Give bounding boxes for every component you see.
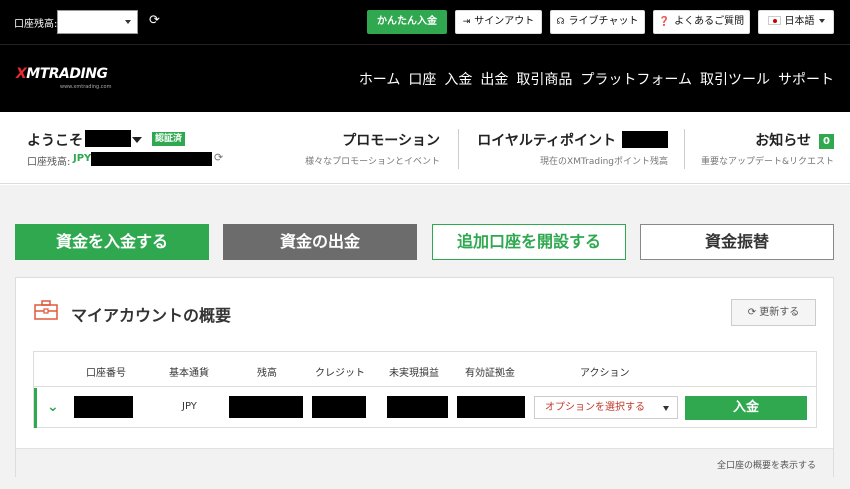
user-menu-caret-icon[interactable] [132,137,142,143]
expand-chevron-icon[interactable]: ⌄ [47,399,59,415]
balance-label: 口座残高: [14,19,58,30]
user-name-redacted [85,130,131,147]
news-count-badge: 0 [819,134,834,149]
refresh-button[interactable]: ⟳ 更新する [731,299,816,326]
news-subtitle: 重要なアップデート&リクエスト [700,157,834,167]
withdraw-funds-button[interactable]: 資金の出金 [223,224,417,260]
divider [684,129,685,169]
signout-button[interactable]: ⇥ サインアウト [455,10,542,34]
open-account-button[interactable]: 追加口座を開設する [432,224,626,260]
credit-redacted [312,396,366,418]
col-base-currency: 基本通貨 [169,368,209,379]
welcome-greeting: ようこそ [27,133,83,149]
nav-support[interactable]: サポート [770,69,834,89]
refresh-icon[interactable]: ⟳ [149,13,160,29]
col-equity: 有効証拠金 [465,368,515,379]
news-title: お知らせ [755,133,812,149]
promotion-section[interactable]: プロモーション 様々なプロモーションとイベント [305,130,440,167]
welcome-balance-redacted [91,152,212,166]
briefcase-icon [34,300,58,320]
top-bar: 口座残高: ⟳ かんたん入金 ⇥ サインアウト ☊ ライブチャット ❓ よくあるご質問… [0,0,850,44]
nav-deposit[interactable]: 入金 [436,69,472,89]
balance-refresh-icon[interactable]: ⟳ [214,151,223,164]
row-deposit-button[interactable]: 入金 [685,396,807,420]
main-nav: ホーム 口座 入金 出金 取引商品 プラットフォーム 取引ツール サポート [351,69,834,89]
welcome-balance-currency: JPY [73,153,92,164]
table-row: ⌄ JPY オプションを選択する 入金 [34,388,816,428]
col-action: アクション [580,368,630,379]
transfer-funds-button[interactable]: 資金振替 [640,224,834,260]
headset-icon: ☊ [556,17,565,27]
chevron-down-icon [818,19,825,23]
col-unrealized-pl: 未実現損益 [389,368,439,379]
nav-home[interactable]: ホーム [351,69,401,89]
account-overview-card: マイアカウントの概要 ⟳ 更新する 口座番号 基本通貨 残高 クレジット 未実現… [15,277,834,477]
col-account-number: 口座番号 [86,368,126,379]
col-balance: 残高 [257,368,277,379]
quick-deposit-button[interactable]: かんたん入金 [367,10,447,34]
loyalty-subtitle: 現在のXMTradingポイント残高 [540,157,668,167]
equity-redacted [457,396,525,418]
promotion-subtitle: 様々なプロモーションとイベント [305,157,440,167]
question-icon: ❓ [658,17,671,27]
overview-title: マイアカウントの概要 [71,306,232,325]
divider [458,129,459,169]
nav-account[interactable]: 口座 [400,69,436,89]
main-header: XMTRADING www.xmtrading.com ホーム 口座 入金 出金… [0,44,850,112]
logo-subtext: www.xmtrading.com [60,84,112,90]
welcome-strip: ようこそ 認証済 口座残高: JPY ⟳ プロモーション 様々なプロモーションと… [0,112,850,184]
balance-redacted [229,396,303,418]
col-credit: クレジット [315,368,365,379]
promotion-title: プロモーション [342,133,440,149]
welcome-balance-label: 口座残高: [27,157,71,168]
news-section[interactable]: お知らせ 0 重要なアップデート&リクエスト [701,130,834,167]
nav-tools[interactable]: 取引ツール [692,69,770,89]
signout-icon: ⇥ [462,17,471,27]
verified-badge: 認証済 [152,132,186,146]
loyalty-title: ロイヤルティポイント [477,133,616,149]
accounts-table: 口座番号 基本通貨 残高 クレジット 未実現損益 有効証拠金 アクション ⌄ J… [33,351,817,428]
chevron-down-icon [125,20,131,24]
view-all-accounts-link[interactable]: 全口座の概要を表示する [717,458,816,471]
unrealized-pl-redacted [387,396,448,418]
table-header: 口座番号 基本通貨 残高 クレジット 未実現損益 有効証拠金 アクション [34,352,816,387]
live-chat-button[interactable]: ☊ ライブチャット [550,10,645,34]
option-select[interactable]: オプションを選択する [534,396,678,419]
nav-withdraw[interactable]: 出金 [472,69,508,89]
refresh-icon: ⟳ [747,307,757,318]
loyalty-points-redacted [622,131,668,148]
nav-platform[interactable]: プラットフォーム [572,69,692,89]
deposit-funds-button[interactable]: 資金を入金する [15,224,209,260]
loyalty-section[interactable]: ロイヤルティポイント 現在のXMTradingポイント残高 [472,130,668,167]
account-select[interactable] [57,10,138,34]
faq-button[interactable]: ❓ よくあるご質問 [653,10,750,34]
row-currency: JPY [182,401,197,412]
card-footer: 全口座の概要を表示する [16,448,833,477]
language-select[interactable]: 日本語 [758,10,834,34]
chevron-down-icon [663,406,669,411]
account-number-redacted [74,396,133,418]
xm-logo[interactable]: XMTRADING [16,66,108,82]
japan-flag-icon [767,16,781,25]
nav-products[interactable]: 取引商品 [508,69,572,89]
